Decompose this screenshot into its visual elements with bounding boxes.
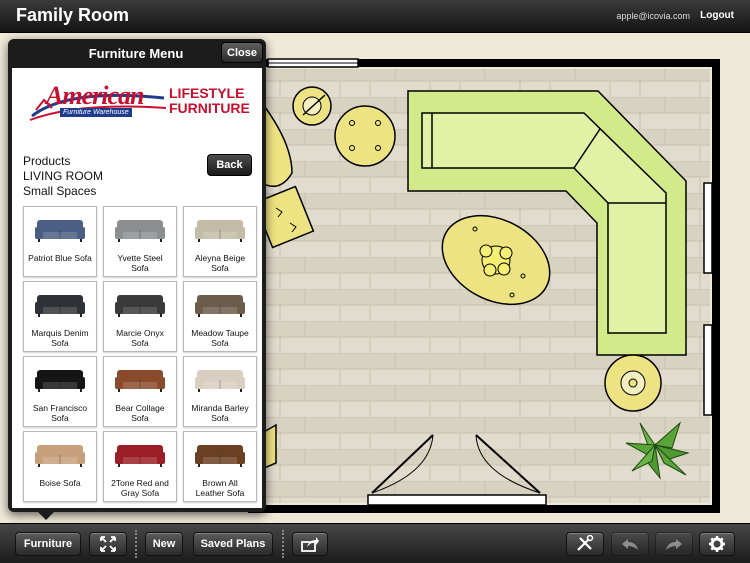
furniture-button[interactable]: Furniture bbox=[15, 532, 81, 556]
sofa-thumbnail-icon bbox=[35, 220, 85, 242]
product-name: Bear Collage Sofa bbox=[115, 403, 165, 423]
window-right-2 bbox=[703, 324, 713, 416]
redo-button[interactable] bbox=[655, 532, 693, 556]
sofa-thumbnail-icon bbox=[195, 295, 245, 317]
menu-pointer bbox=[36, 510, 56, 520]
product-name: Aleyna Beige Sofa bbox=[194, 253, 246, 273]
tools-button[interactable] bbox=[566, 532, 604, 556]
product-card[interactable]: Yvette Steel Sofa bbox=[103, 206, 177, 277]
redo-icon bbox=[666, 539, 682, 550]
top-bar: Family Room apple@icovia.com Logout bbox=[0, 0, 750, 33]
product-card[interactable]: Meadow Taupe Sofa bbox=[183, 281, 257, 352]
fullscreen-button[interactable] bbox=[89, 532, 127, 556]
user-email: apple@icovia.com bbox=[616, 11, 690, 21]
sofa-thumbnail-icon bbox=[35, 295, 85, 317]
product-name: Marquis Denim Sofa bbox=[31, 328, 89, 348]
menu-header: Furniture Menu Close bbox=[8, 39, 266, 67]
product-card[interactable]: Brown All Leather Sofa bbox=[183, 431, 257, 502]
product-card[interactable]: San Francisco Sofa bbox=[23, 356, 97, 427]
undo-icon bbox=[622, 539, 638, 550]
product-card[interactable]: Aleyna Beige Sofa bbox=[183, 206, 257, 277]
sofa-thumbnail-icon bbox=[115, 445, 165, 467]
product-name: Brown All Leather Sofa bbox=[195, 478, 245, 498]
product-name: 2Tone Red and Gray Sofa bbox=[111, 478, 169, 498]
breadcrumb-level-1: Products bbox=[23, 154, 71, 168]
product-name: Marcie Onyx Sofa bbox=[116, 328, 164, 348]
toolbar-separator bbox=[135, 530, 137, 558]
toolbar-separator bbox=[282, 530, 284, 558]
lamp-table-top[interactable] bbox=[292, 86, 332, 126]
product-name: Patriot Blue Sofa bbox=[28, 253, 92, 263]
sofa-thumbnail-icon bbox=[195, 220, 245, 242]
sofa-thumbnail-icon bbox=[35, 370, 85, 392]
breadcrumb: Products LIVING ROOM Small Spaces bbox=[23, 154, 103, 199]
close-button[interactable]: Close bbox=[221, 42, 263, 63]
lamp-table-right[interactable] bbox=[604, 354, 662, 412]
back-button[interactable]: Back bbox=[207, 154, 252, 176]
bottom-toolbar: Furniture New Saved Plans bbox=[0, 523, 750, 563]
furniture-menu-panel: Furniture Menu Close American Furniture … bbox=[8, 39, 266, 512]
product-card[interactable]: Patriot Blue Sofa bbox=[23, 206, 97, 277]
product-name: San Francisco Sofa bbox=[32, 403, 88, 423]
breadcrumb-level-2: LIVING ROOM bbox=[23, 169, 104, 183]
gear-icon bbox=[709, 536, 725, 552]
sofa-thumbnail-icon bbox=[195, 445, 245, 467]
brand-name: American bbox=[46, 81, 144, 110]
product-name: Boise Sofa bbox=[39, 478, 81, 488]
doorway bbox=[367, 494, 547, 506]
side-table-top[interactable] bbox=[334, 105, 396, 167]
brand-sub: Furniture Warehouse bbox=[60, 108, 132, 117]
new-button[interactable]: New bbox=[145, 532, 183, 556]
share-button[interactable] bbox=[292, 532, 328, 556]
product-card[interactable]: Marcie Onyx Sofa bbox=[103, 281, 177, 352]
brand-logo: American Furniture Warehouse LIFESTYLE F… bbox=[24, 78, 254, 128]
brand-tagline: LIFESTYLE FURNITURE bbox=[169, 85, 250, 116]
product-card[interactable]: Boise Sofa bbox=[23, 431, 97, 502]
undo-button[interactable] bbox=[611, 532, 649, 556]
saved-plans-button[interactable]: Saved Plans bbox=[193, 532, 273, 556]
breadcrumb-level-3: Small Spaces bbox=[23, 184, 97, 198]
fullscreen-icon bbox=[100, 536, 116, 552]
logout-button[interactable]: Logout bbox=[700, 10, 734, 21]
product-card[interactable]: Miranda Barley Sofa bbox=[183, 356, 257, 427]
sofa-thumbnail-icon bbox=[115, 220, 165, 242]
settings-button[interactable] bbox=[699, 532, 735, 556]
product-name: Meadow Taupe Sofa bbox=[191, 328, 249, 348]
sofa-thumbnail-icon bbox=[115, 295, 165, 317]
tools-icon bbox=[577, 535, 594, 551]
product-name: Miranda Barley Sofa bbox=[191, 403, 249, 423]
product-card[interactable]: Marquis Denim Sofa bbox=[23, 281, 97, 352]
sofa-thumbnail-icon bbox=[195, 370, 245, 392]
window-right-1 bbox=[703, 182, 713, 274]
product-name: Yvette Steel Sofa bbox=[117, 253, 163, 273]
page-title: Family Room bbox=[16, 5, 130, 25]
product-card[interactable]: Bear Collage Sofa bbox=[103, 356, 177, 427]
share-icon bbox=[301, 537, 319, 552]
sofa-thumbnail-icon bbox=[35, 445, 85, 467]
sofa-thumbnail-icon bbox=[115, 370, 165, 392]
menu-body: American Furniture Warehouse LIFESTYLE F… bbox=[12, 68, 262, 508]
product-card[interactable]: 2Tone Red and Gray Sofa bbox=[103, 431, 177, 502]
